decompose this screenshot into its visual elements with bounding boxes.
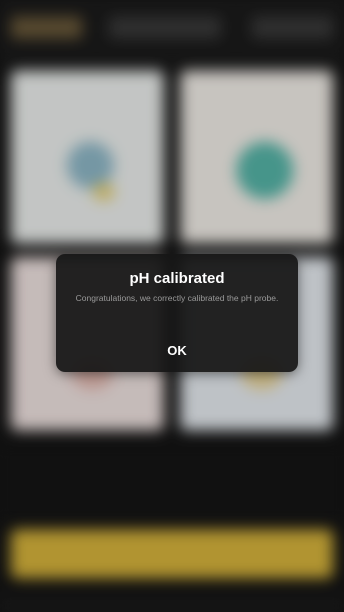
dialog-title: pH calibrated (129, 270, 225, 287)
alert-dialog: pH calibrated Congratulations, we correc… (56, 254, 298, 372)
ok-button[interactable]: OK (56, 336, 298, 366)
screen: pH calibrated Congratulations, we correc… (0, 0, 344, 612)
dialog-message: Congratulations, we correctly calibrated… (75, 293, 279, 303)
